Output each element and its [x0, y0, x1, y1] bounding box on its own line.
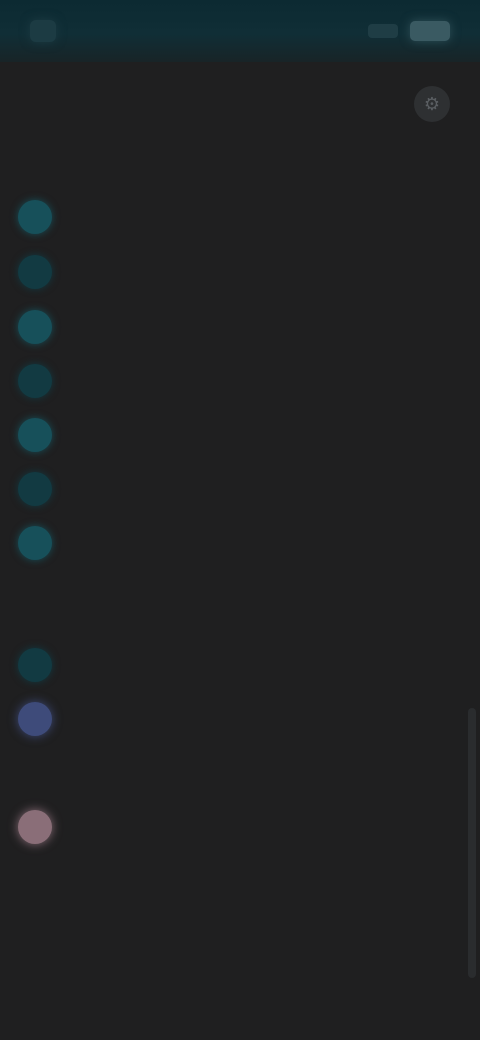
item-icon [18, 364, 52, 398]
item-icon [18, 648, 52, 682]
list-item[interactable] [18, 412, 448, 458]
list-item[interactable] [18, 804, 448, 850]
list-item[interactable] [18, 304, 448, 350]
scrollbar[interactable] [468, 708, 476, 978]
list-item[interactable] [18, 358, 448, 404]
item-icon [18, 526, 52, 560]
item-icon [18, 418, 52, 452]
list-item[interactable] [18, 642, 448, 688]
status-right [368, 21, 450, 41]
list-item[interactable] [18, 696, 448, 742]
item-icon [18, 810, 52, 844]
item-icon [18, 255, 52, 289]
settings-icon: ⚙ [423, 93, 441, 114]
list-item[interactable] [18, 466, 448, 512]
app-icon [30, 20, 56, 42]
list-item[interactable] [18, 194, 448, 240]
list-item[interactable] [18, 520, 448, 566]
item-icon [18, 472, 52, 506]
status-bar [0, 0, 480, 62]
list-item[interactable] [18, 249, 448, 295]
settings-button[interactable]: ⚙ [414, 86, 450, 122]
item-icon [18, 200, 52, 234]
battery-icon [410, 21, 450, 41]
status-left [30, 20, 66, 42]
item-icon [18, 702, 52, 736]
signal-icon [368, 24, 398, 38]
item-icon [18, 310, 52, 344]
